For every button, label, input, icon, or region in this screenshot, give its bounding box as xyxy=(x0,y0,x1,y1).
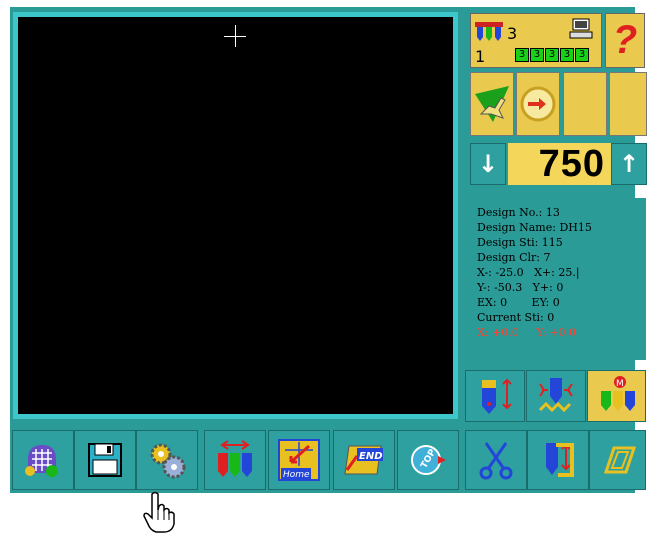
tool-slot-empty-1 xyxy=(563,72,607,136)
home-frame-icon: Home xyxy=(278,439,320,481)
needle-number: 1 xyxy=(475,47,486,66)
info-design-colors: Design Clr: 7 xyxy=(477,251,551,264)
auto-start-button[interactable] xyxy=(516,72,560,136)
info-y-range: Y-: -50.3 Y+: 0 xyxy=(477,281,564,294)
frame-trace-button[interactable] xyxy=(470,72,514,136)
color-change-button[interactable] xyxy=(527,430,589,490)
crosshair-icon-vertical xyxy=(235,25,236,47)
info-current-stitch: Current Sti: 0 xyxy=(477,311,555,324)
info-current-position: X: +0.0 Y: +0.0 xyxy=(477,326,577,339)
info-design-stitches: Design Sti: 115 xyxy=(477,236,563,249)
top-arrow-icon: TOP xyxy=(411,445,446,475)
bobbin-3: 3 xyxy=(545,48,559,62)
needles-swap-icon xyxy=(218,440,252,477)
speed-value: 750 xyxy=(508,143,611,185)
frame-move-button[interactable] xyxy=(589,430,646,490)
speed-up-button[interactable]: ↑ xyxy=(611,143,647,185)
end-button[interactable]: END xyxy=(333,430,395,490)
svg-text:M: M xyxy=(616,379,624,389)
design-info-panel: Design No.: 13 Design Name: DH15 Design … xyxy=(470,198,646,360)
bobbin-5: 3 xyxy=(575,48,589,62)
design-library-button[interactable] xyxy=(12,430,74,490)
info-design-no: Design No.: 13 xyxy=(477,206,560,219)
design-canvas[interactable] xyxy=(18,17,453,414)
info-design-name: Design Name: DH15 xyxy=(477,221,592,234)
home-label: Home xyxy=(283,470,310,480)
computer-icon xyxy=(569,18,593,39)
question-icon: ? xyxy=(612,18,638,62)
info-ex-ey: EX: 0 EY: 0 xyxy=(477,296,560,309)
info-x-range: X-: -25.0 X+: 25.| xyxy=(477,266,580,279)
home-button[interactable]: Home xyxy=(268,430,330,490)
color-order-button[interactable] xyxy=(204,430,266,490)
machine-status-panel: 3 1 3 3 3 3 3 xyxy=(470,13,602,68)
manual-color-button[interactable]: M xyxy=(587,370,646,422)
help-button[interactable]: ? xyxy=(605,13,645,68)
settings-button[interactable] xyxy=(136,430,198,490)
bobbin-4: 3 xyxy=(560,48,574,62)
trim-button[interactable] xyxy=(465,430,527,490)
needle-up-down-icon xyxy=(546,443,574,477)
kangaroo-icon xyxy=(475,86,509,122)
embroidery-pattern-icon xyxy=(25,445,58,477)
bobbin-2: 3 xyxy=(530,48,544,62)
scissors-icon xyxy=(479,442,513,480)
needle-m-icon: M xyxy=(600,376,635,411)
color-count: 3 xyxy=(507,24,518,43)
frame-outline-icon xyxy=(603,446,636,474)
end-label: END xyxy=(359,451,383,462)
hand-cursor-icon xyxy=(143,491,175,533)
needle-arrows-icon xyxy=(482,378,512,414)
floppy-disk-icon xyxy=(88,443,122,477)
end-frame-icon: END xyxy=(344,445,383,475)
stitch-adjust-button[interactable] xyxy=(526,370,586,422)
bobbin-indicators: 3 3 3 3 3 xyxy=(515,48,589,62)
save-button[interactable] xyxy=(74,430,136,490)
thread-spools-icon xyxy=(475,22,503,41)
needle-zigzag-icon xyxy=(538,378,573,413)
tool-slot-empty-2 xyxy=(609,72,647,136)
gears-icon xyxy=(150,443,186,479)
thread-change-button[interactable] xyxy=(465,370,525,422)
top-button[interactable]: TOP xyxy=(397,430,459,490)
bobbin-1: 3 xyxy=(515,48,529,62)
clock-arrow-icon xyxy=(520,86,556,122)
speed-down-button[interactable]: ↓ xyxy=(470,143,506,185)
